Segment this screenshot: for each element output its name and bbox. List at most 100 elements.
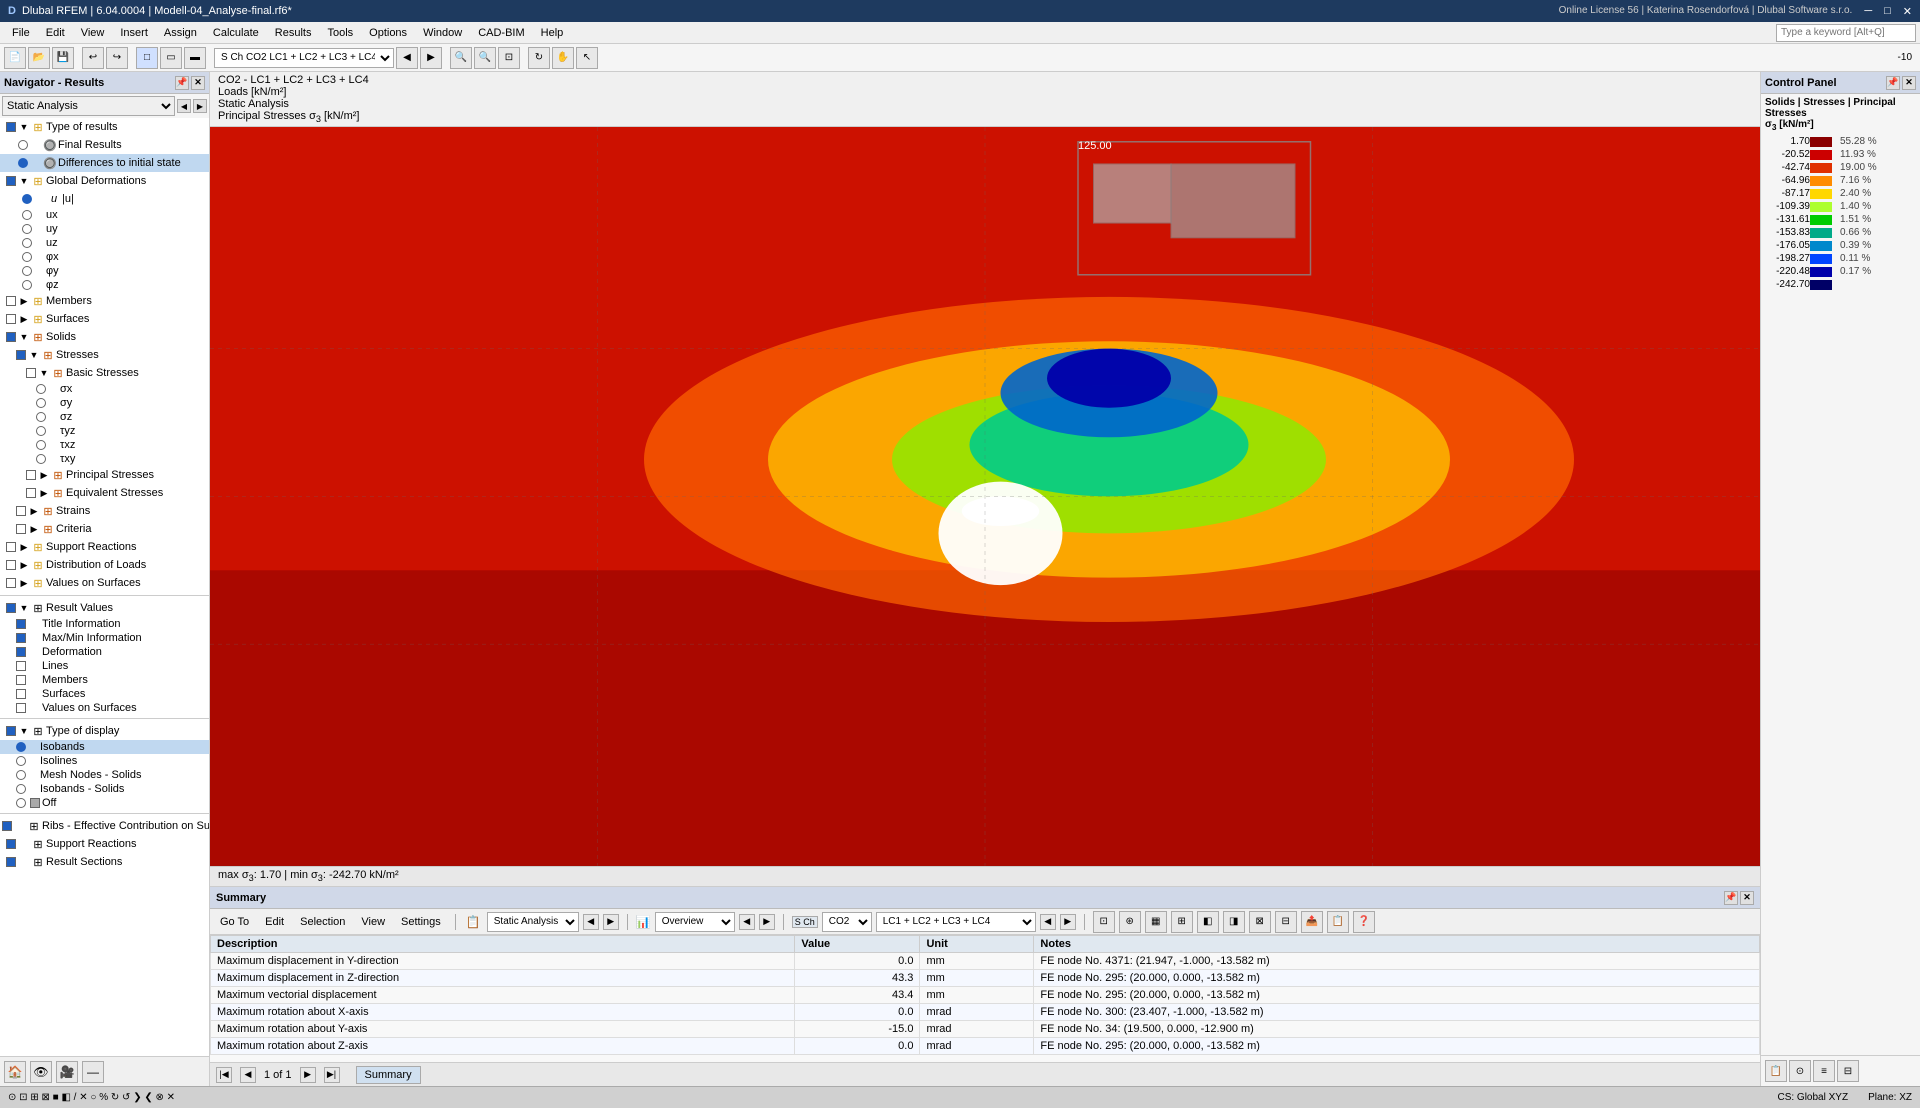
global-def-check[interactable] (6, 176, 16, 186)
save-btn[interactable]: 💾 (52, 47, 74, 69)
nav-pin-btn[interactable]: 📌 (175, 76, 189, 90)
summary-tool9-btn[interactable]: 📤 (1301, 911, 1323, 933)
members-rv-check[interactable] (16, 675, 26, 685)
menu-file[interactable]: File (4, 25, 38, 41)
nav-prev-btn[interactable]: ◀ (177, 99, 191, 113)
solids-check[interactable] (6, 332, 16, 342)
summary-lc-prev-btn[interactable]: ◀ (1040, 914, 1056, 930)
zoom-out-btn[interactable]: 🔍 (474, 47, 496, 69)
tree-uz[interactable]: uz (0, 236, 209, 250)
solids-expand[interactable]: ▼ (18, 331, 30, 343)
summary-next2-btn[interactable]: ▶ (759, 914, 775, 930)
tree-global-deformations[interactable]: ▼ ⊞ Global Deformations (0, 172, 209, 190)
stresses-check[interactable] (16, 350, 26, 360)
tree-isobands[interactable]: Isobands (0, 740, 209, 754)
undo-btn[interactable]: ↩ (82, 47, 104, 69)
footer-prev-btn[interactable]: ◀ (240, 1067, 256, 1083)
tree-values-surfaces-rv[interactable]: Values on Surfaces (0, 701, 209, 715)
menu-edit[interactable]: Edit (38, 25, 73, 41)
footer-summary-tab[interactable]: Summary (356, 1066, 421, 1084)
footer-next-btn[interactable]: ▶ (300, 1067, 316, 1083)
menu-help[interactable]: Help (533, 25, 572, 41)
menu-results[interactable]: Results (267, 25, 320, 41)
summary-co2-combo[interactable]: CO2 (822, 912, 872, 932)
menu-view[interactable]: View (73, 25, 113, 41)
criteria-check[interactable] (16, 524, 26, 534)
tree-support-reactions[interactable]: ▶ ⊞ Support Reactions (0, 538, 209, 556)
tree-maxmin-info[interactable]: Max/Min Information (0, 631, 209, 645)
tree-ribs[interactable]: ▶ ⊞ Ribs - Effective Contribution on Sur… (0, 817, 209, 835)
summary-settings-tab[interactable]: Settings (395, 914, 447, 930)
strains-check[interactable] (16, 506, 26, 516)
tree-basic-stresses[interactable]: ▼ ⊞ Basic Stresses (0, 364, 209, 382)
sigmaz-radio[interactable] (36, 412, 46, 422)
titleinfo-check[interactable] (16, 619, 26, 629)
rpb-btn-2[interactable]: ⊙ (1789, 1060, 1811, 1082)
tree-phix[interactable]: φx (0, 250, 209, 264)
maxmin-check[interactable] (16, 633, 26, 643)
typedisp-expand[interactable]: ▼ (18, 725, 30, 737)
summary-lc-next-btn[interactable]: ▶ (1060, 914, 1076, 930)
tree-isobands-solids[interactable]: Isobands - Solids (0, 782, 209, 796)
surfaces-check[interactable] (6, 314, 16, 324)
nav-next-btn[interactable]: ▶ (193, 99, 207, 113)
viewtop-btn[interactable]: ▬ (184, 47, 206, 69)
menu-options[interactable]: Options (361, 25, 415, 41)
rotate-btn[interactable]: ↻ (528, 47, 550, 69)
tree-uy[interactable]: uy (0, 222, 209, 236)
phiy-radio[interactable] (22, 266, 32, 276)
tree-deformation[interactable]: Deformation (0, 645, 209, 659)
summary-tool7-btn[interactable]: ⊠ (1249, 911, 1271, 933)
menu-calculate[interactable]: Calculate (205, 25, 267, 41)
menu-cad-bim[interactable]: CAD-BIM (470, 25, 532, 41)
tree-surfaces[interactable]: ▶ ⊞ Surfaces (0, 310, 209, 328)
minimize-btn[interactable]: ─ (1864, 5, 1872, 18)
footer-last-btn[interactable]: ▶| (324, 1067, 340, 1083)
members-check[interactable] (6, 296, 16, 306)
tree-equivalent-stresses[interactable]: ▶ ⊞ Equivalent Stresses (0, 484, 209, 502)
rpb-btn-3[interactable]: ≡ (1813, 1060, 1835, 1082)
nav-analysis-combo[interactable]: Static Analysis (2, 96, 175, 116)
menu-assign[interactable]: Assign (156, 25, 205, 41)
valsurf-rv-check[interactable] (16, 703, 26, 713)
equivalent-expand[interactable]: ▶ (38, 487, 50, 499)
maximize-btn[interactable]: □ (1884, 5, 1891, 18)
rpb-btn-1[interactable]: 📋 (1765, 1060, 1787, 1082)
tree-differences[interactable]: ▶ 🔘 Differences to initial state (0, 154, 209, 172)
differences-radio[interactable] (18, 158, 28, 168)
new-btn[interactable]: 📄 (4, 47, 26, 69)
search-input[interactable] (1776, 24, 1916, 42)
valsurf-expand[interactable]: ▶ (18, 577, 30, 589)
distloads-expand[interactable]: ▶ (18, 559, 30, 571)
prev-scenario-btn[interactable]: ◀ (396, 47, 418, 69)
tree-members-rv[interactable]: Members (0, 673, 209, 687)
final-results-radio[interactable] (18, 140, 28, 150)
menu-insert[interactable]: Insert (112, 25, 156, 41)
summary-tool3-btn[interactable]: ▦ (1145, 911, 1167, 933)
summary-selection-tab[interactable]: Selection (294, 914, 351, 930)
tree-u[interactable]: ▶ u |u| (0, 190, 209, 208)
nav-icon-2[interactable]: 👁 (30, 1061, 52, 1083)
summary-view-tab[interactable]: View (355, 914, 391, 930)
tree-members[interactable]: ▶ ⊞ Members (0, 292, 209, 310)
surfaces-rv-check[interactable] (16, 689, 26, 699)
supp-reactions-2-check[interactable] (6, 839, 16, 849)
ribs-check[interactable] (2, 821, 12, 831)
summary-tool4-btn[interactable]: ⊞ (1171, 911, 1193, 933)
summary-next-btn[interactable]: ▶ (603, 914, 619, 930)
tree-type-display[interactable]: ▼ ⊞ Type of display (0, 722, 209, 740)
summary-overview-combo[interactable]: Overview (655, 912, 735, 932)
resultval-expand[interactable]: ▼ (18, 602, 30, 614)
strains-expand[interactable]: ▶ (28, 505, 40, 517)
tree-sigma-x[interactable]: σx (0, 382, 209, 396)
basic-stresses-expand[interactable]: ▼ (38, 367, 50, 379)
tree-phiy[interactable]: φy (0, 264, 209, 278)
summary-tool8-btn[interactable]: ⊟ (1275, 911, 1297, 933)
principal-check[interactable] (26, 470, 36, 480)
u-radio[interactable] (22, 194, 32, 204)
tree-result-values[interactable]: ▼ ⊞ Result Values (0, 599, 209, 617)
uz-radio[interactable] (22, 238, 32, 248)
lines-rv-check[interactable] (16, 661, 26, 671)
isobands-radio[interactable] (16, 742, 26, 752)
tree-principal-stresses[interactable]: ▶ ⊞ Principal Stresses (0, 466, 209, 484)
